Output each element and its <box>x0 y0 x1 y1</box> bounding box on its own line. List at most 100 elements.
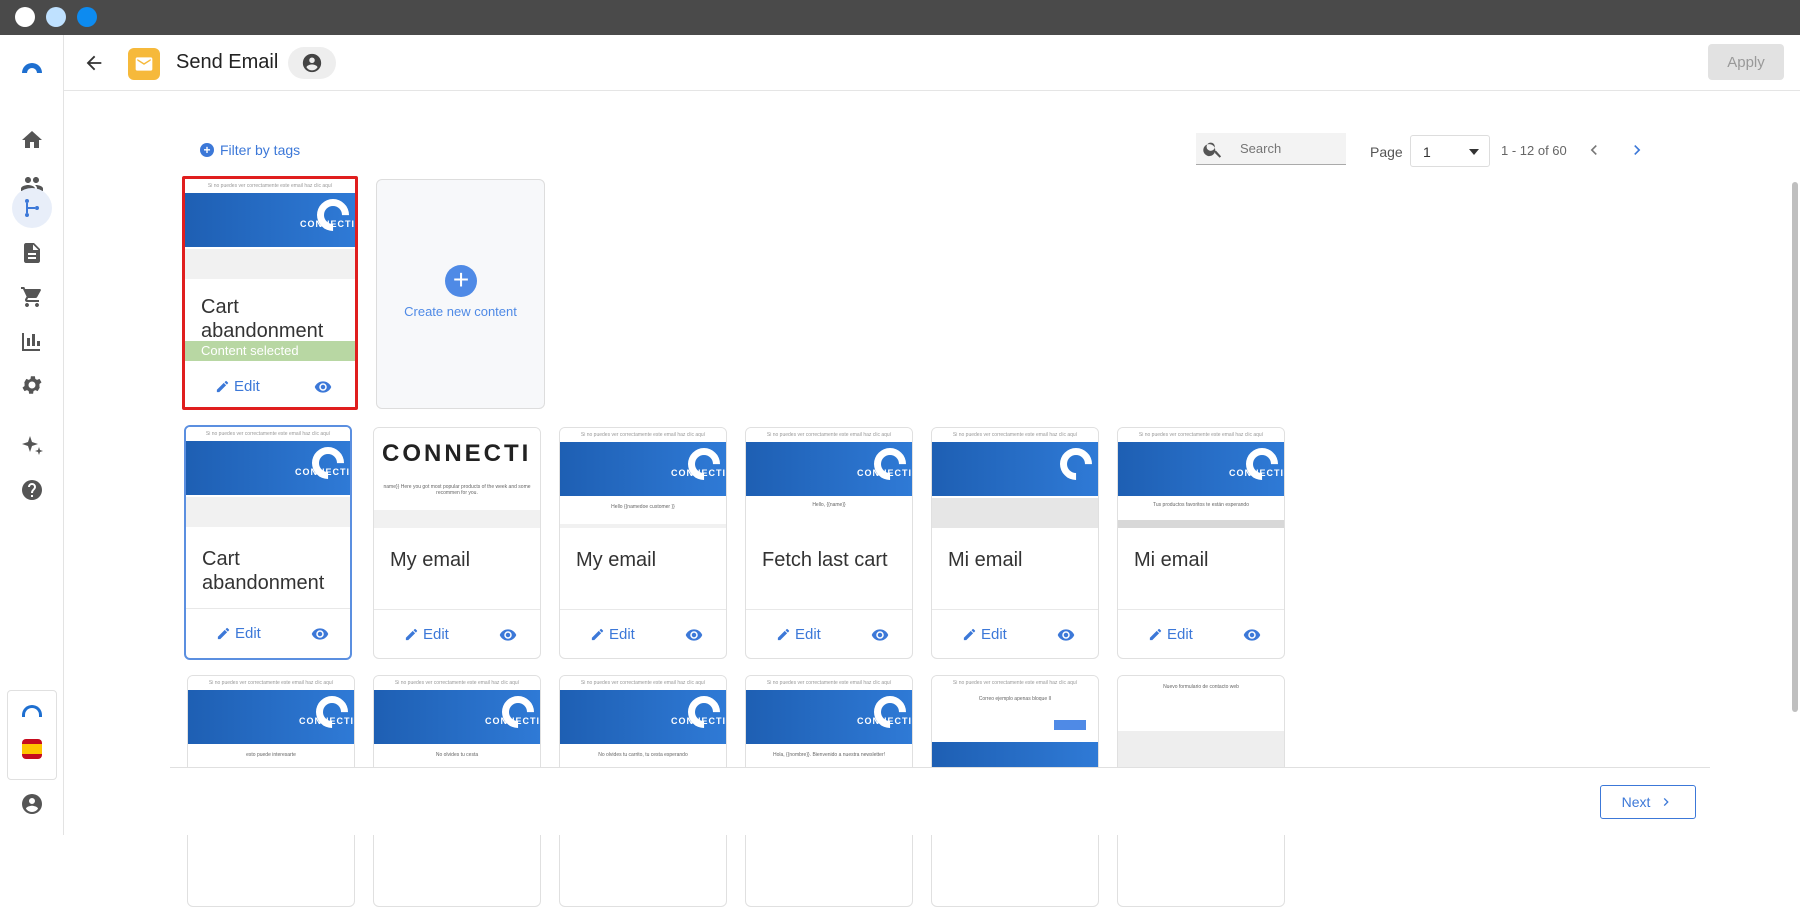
account-icon[interactable] <box>10 784 54 824</box>
thumb-tiny-header: Si no puedes ver correctamente este emai… <box>208 680 334 686</box>
page-title: Send Email <box>176 51 279 73</box>
back-arrow-icon[interactable] <box>80 49 108 77</box>
content-card[interactable]: Si no puedes ver correctamente este emai… <box>184 425 352 660</box>
thumb-text: Hello, {{name}} <box>812 502 846 508</box>
next-label: Next <box>1621 794 1651 810</box>
chevron-left-icon[interactable] <box>1584 138 1604 162</box>
thumb-text: Hello {{namedoe customer }} <box>611 504 675 510</box>
brand-arc-icon <box>867 441 912 487</box>
content-card[interactable]: Si no puedes ver correctamente este emai… <box>559 427 727 659</box>
pencil-icon <box>405 628 418 641</box>
thumb-image-placeholders <box>185 249 355 279</box>
edit-link[interactable]: Edit <box>1148 626 1193 643</box>
card-thumbnail: Si no puedes ver correctamente este emai… <box>746 676 912 776</box>
search-icon <box>1203 142 1222 158</box>
card-thumbnail: Si no puedes ver correctamente este emai… <box>188 676 354 776</box>
home-icon[interactable] <box>10 120 54 160</box>
page-header: Send Email Apply <box>64 35 1800 91</box>
preview-eye-icon[interactable] <box>496 626 520 644</box>
edit-link[interactable]: Edit <box>590 626 635 643</box>
thumb-tiny-header: Si no puedes ver correctamente este emai… <box>766 680 892 686</box>
thumb-banner: CONNECTI <box>560 441 726 496</box>
user-circle-icon[interactable] <box>288 47 336 79</box>
card-thumbnail: Si no puedes ver correctamente este emai… <box>746 428 912 528</box>
footer-divider <box>170 767 1710 768</box>
edit-link[interactable]: Edit <box>404 626 449 643</box>
thumb-button <box>1054 720 1086 730</box>
preview-eye-icon[interactable] <box>311 378 335 396</box>
close-window-dot[interactable] <box>15 7 35 27</box>
cart-icon[interactable] <box>10 277 54 317</box>
edit-link[interactable]: Edit <box>216 625 261 642</box>
workflows-icon[interactable] <box>12 188 52 228</box>
thumb-banner: CONNECTI <box>185 192 355 247</box>
workspace-logo <box>22 705 42 717</box>
chevron-right-icon[interactable] <box>1627 138 1647 162</box>
content-card[interactable]: Si no puedes ver correctamente este emai… <box>745 427 913 659</box>
spain-flag-icon[interactable] <box>22 739 42 759</box>
create-new-content-card[interactable]: + Create new content <box>376 179 545 409</box>
preview-eye-icon[interactable] <box>868 626 892 644</box>
search-box[interactable] <box>1196 133 1346 165</box>
card-divider <box>746 609 912 610</box>
preview-eye-icon[interactable] <box>1240 626 1264 644</box>
content-card[interactable]: CONNECTI name}} Here you got most popula… <box>373 427 541 659</box>
ai-sparkle-icon[interactable] <box>10 426 54 466</box>
thumb-text: No olvides tu cesta <box>435 752 479 758</box>
page-select-value: 1 <box>1423 144 1431 160</box>
document-icon[interactable] <box>10 233 54 273</box>
content-card[interactable]: Si no puedes ver correctamente este emai… <box>931 427 1099 659</box>
thumb-banner: CONNECTI <box>746 689 912 744</box>
filter-by-tags-button[interactable]: + Filter by tags <box>200 142 300 158</box>
card-divider <box>1118 609 1284 610</box>
preview-eye-icon[interactable] <box>682 626 706 644</box>
settings-gear-icon[interactable] <box>10 365 54 405</box>
thumb-banner: CONNECTI <box>746 441 912 496</box>
preview-eye-icon[interactable] <box>308 625 332 643</box>
thumb-logo: CONNECTI <box>485 716 540 726</box>
minimize-window-dot[interactable] <box>46 7 66 27</box>
content-card[interactable]: Si no puedes ver correctamente este emai… <box>1117 427 1285 659</box>
search-input[interactable] <box>1240 141 1340 156</box>
edit-link[interactable]: Edit <box>215 378 260 395</box>
thumb-image-placeholders <box>374 510 540 528</box>
card-thumbnail: Si no puedes ver correctamente este emai… <box>560 676 726 776</box>
thumb-tiny-header: Si no puedes ver correctamente este emai… <box>766 432 892 438</box>
edit-label: Edit <box>423 626 449 643</box>
brand-arc-icon <box>309 689 354 735</box>
analytics-icon[interactable] <box>10 321 54 361</box>
page-select[interactable]: 1 <box>1410 135 1490 167</box>
apply-button[interactable]: Apply <box>1708 44 1784 80</box>
card-thumbnail: Si no puedes ver correctamente este emai… <box>1118 428 1284 528</box>
preview-eye-icon[interactable] <box>1054 626 1078 644</box>
maximize-window-dot[interactable] <box>77 7 97 27</box>
pencil-icon <box>216 380 229 393</box>
selected-content-card[interactable]: Si no puedes ver correctamente este emai… <box>182 176 358 410</box>
card-divider <box>374 609 540 610</box>
next-button[interactable]: Next <box>1600 785 1696 819</box>
card-divider <box>560 609 726 610</box>
thumb-logo: CONNECTI <box>671 716 726 726</box>
edit-link[interactable]: Edit <box>962 626 1007 643</box>
window-titlebar <box>0 0 1800 35</box>
pencil-icon <box>963 628 976 641</box>
edit-link[interactable]: Edit <box>776 626 821 643</box>
card-title: My email <box>390 549 471 571</box>
workspace-switcher[interactable] <box>7 690 57 780</box>
scrollbar[interactable] <box>1792 182 1798 712</box>
help-icon[interactable] <box>10 470 54 510</box>
pencil-icon <box>1149 628 1162 641</box>
thumb-text: Correo ejemplo apenas bloque II <box>978 696 1052 702</box>
thumb-tiny-header: Si no puedes ver correctamente este emai… <box>394 680 520 686</box>
thumb-logo: CONNECTI <box>671 468 726 478</box>
card-thumbnail: Si no puedes ver correctamente este emai… <box>560 428 726 528</box>
card-thumbnail: Si no puedes ver correctamente este emai… <box>932 428 1098 528</box>
pencil-icon <box>591 628 604 641</box>
card-thumbnail: Nuevo formulario de contacto web <box>1118 676 1284 776</box>
app-logo[interactable] <box>10 47 54 87</box>
card-thumbnail: Si no puedes ver correctamente este emai… <box>932 676 1098 776</box>
sidebar <box>0 35 64 835</box>
pagination-range: 1 - 12 of 60 <box>1501 143 1567 158</box>
thumb-logo: CONNECTI <box>857 468 912 478</box>
pencil-icon <box>777 628 790 641</box>
